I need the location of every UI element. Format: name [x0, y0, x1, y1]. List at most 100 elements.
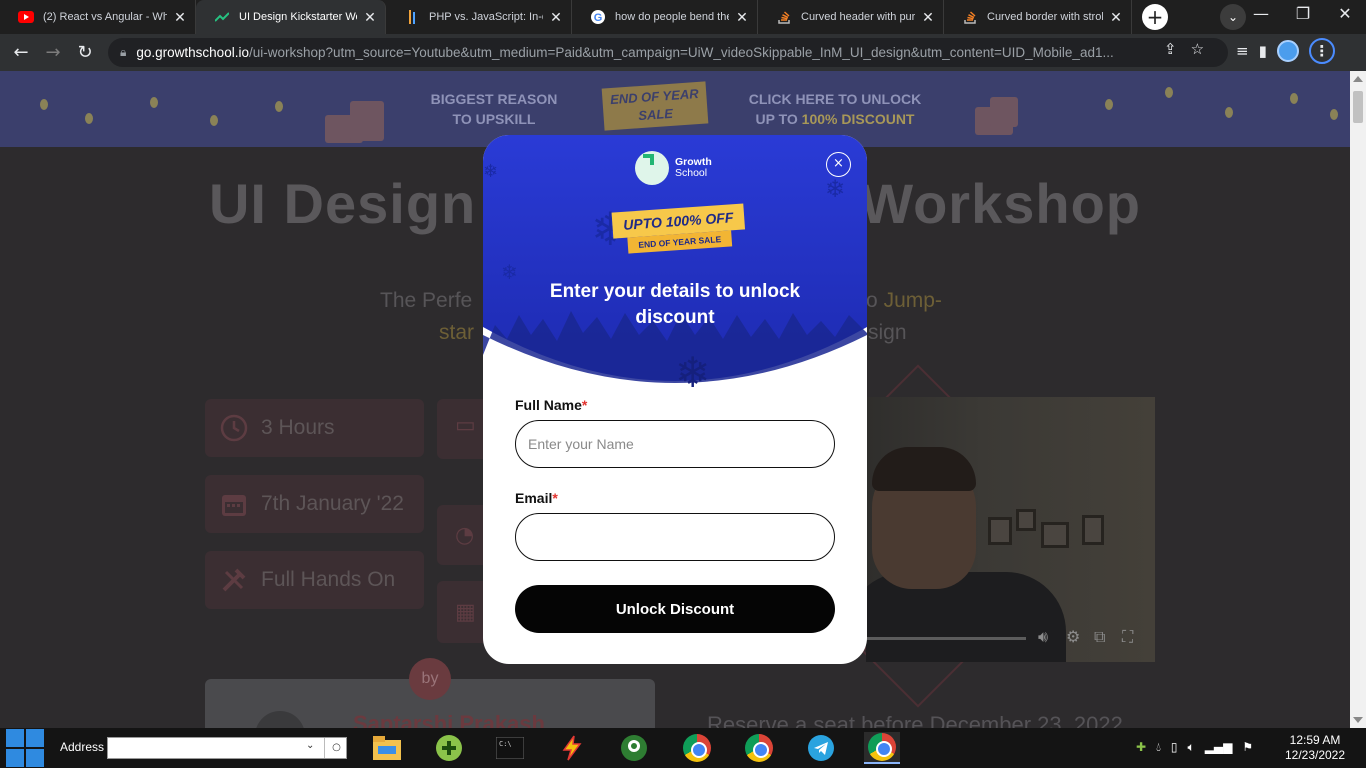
chrome-profile-icon[interactable] — [741, 732, 777, 764]
growthschool-logo: Growth School — [635, 151, 712, 185]
file-explorer-icon[interactable] — [369, 732, 405, 764]
taskbar-clock[interactable]: 12:59 AM 12/23/2022 — [1280, 733, 1350, 763]
promo-badge: UPTO 100% OFF END OF YEAR SALE — [611, 203, 747, 258]
light-decoration — [40, 99, 48, 110]
share-icon[interactable]: ⇪ — [1164, 40, 1177, 58]
calendar-icon — [219, 489, 249, 519]
light-decoration — [275, 101, 283, 112]
svg-text:❄: ❄ — [483, 161, 498, 182]
tab-react-vs-angular[interactable]: (2) React vs Angular - Wh ✕ — [0, 0, 196, 34]
network-icon[interactable]: ▂▄▆ — [1205, 740, 1233, 755]
scroll-down-icon[interactable] — [1353, 717, 1363, 723]
volume-icon[interactable]: 🔊︎ — [1038, 627, 1048, 647]
back-icon[interactable]: ← — [8, 40, 34, 66]
restore-icon[interactable]: ❐ — [1282, 0, 1324, 34]
fullscreen-icon[interactable]: ⛶ — [1122, 627, 1133, 647]
close-icon[interactable]: ✕ — [363, 9, 377, 26]
address-toolbar-input[interactable]: ⌄ ○ — [107, 737, 347, 759]
windows-start-icon[interactable] — [2, 728, 52, 768]
intro-video[interactable]: 🔊︎ ⚙ ⧉ ⛶ — [866, 397, 1155, 662]
svg-text:❄: ❄ — [825, 175, 845, 203]
chevron-down-icon[interactable]: ⌄ — [306, 740, 314, 751]
maps-icon[interactable] — [616, 732, 652, 764]
window-controls: — ❐ ✕ — [1240, 0, 1366, 34]
light-decoration — [150, 97, 158, 108]
battery-icon[interactable]: ▯ — [1171, 740, 1178, 755]
light-decoration — [85, 113, 93, 124]
close-window-icon[interactable]: ✕ — [1324, 0, 1366, 34]
app-tray-icon[interactable]: ✚ — [1136, 740, 1146, 755]
close-icon[interactable]: ✕ — [173, 9, 187, 26]
lightning-app-icon[interactable] — [554, 732, 590, 764]
plus-app-icon[interactable] — [431, 732, 467, 764]
chrome-active-icon[interactable] — [864, 732, 900, 764]
tab-curved-border[interactable]: Curved border with strok ✕ — [944, 0, 1132, 34]
gift-icon — [350, 101, 384, 141]
tab-ui-design-kickstarter[interactable]: UI Design Kickstarter Wor ✕ — [196, 0, 386, 34]
tab-title: how do people bend the — [615, 11, 729, 23]
reading-list-icon[interactable]: ≡ — [1236, 42, 1249, 60]
tab-google-search[interactable]: G how do people bend the ✕ — [572, 0, 758, 34]
banner-sale-badge: END OF YEAR SALE — [601, 81, 709, 131]
scroll-thumb[interactable] — [1353, 91, 1363, 123]
telegram-icon[interactable] — [803, 732, 839, 764]
site-icon — [404, 9, 420, 25]
close-icon[interactable]: ✕ — [921, 9, 935, 26]
light-decoration — [1105, 99, 1113, 110]
lock-icon[interactable]: 🔒︎ — [120, 45, 126, 60]
close-icon[interactable]: ✕ — [549, 9, 563, 26]
feature-duration: 3 Hours — [205, 399, 424, 457]
side-panel-icon[interactable]: ▮ — [1259, 42, 1267, 60]
tab-title: (2) React vs Angular - Wh — [43, 11, 167, 23]
close-icon[interactable]: ✕ — [735, 9, 749, 26]
url-text[interactable]: go.growthschool.io/ui-workshop?utm_sourc… — [136, 45, 1146, 60]
minimize-icon[interactable]: — — [1240, 0, 1282, 34]
growthschool-icon — [635, 151, 669, 185]
page-scrollbar[interactable] — [1350, 71, 1366, 728]
light-decoration — [1290, 93, 1298, 104]
growthschool-icon — [214, 9, 230, 25]
presenter-hair — [872, 447, 976, 491]
wall-frame — [1082, 515, 1104, 545]
close-button[interactable]: × — [826, 152, 851, 177]
gift-icon — [990, 97, 1018, 127]
banner-left-text: BIGGEST REASON TO UPSKILL — [430, 91, 558, 127]
menu-icon[interactable]: ⋮ — [1308, 38, 1335, 64]
settings-icon[interactable]: ⚙ — [1066, 627, 1080, 646]
chrome-icon[interactable] — [679, 732, 715, 764]
drop-icon[interactable]: 💧︎ — [1156, 740, 1161, 755]
address-toolbar-label: Address — [60, 740, 105, 754]
pip-icon[interactable]: ⧉ — [1094, 627, 1105, 647]
profile-avatar[interactable] — [1276, 40, 1299, 62]
svg-text:C:\: C:\ — [499, 740, 512, 748]
wall-frame — [1016, 509, 1036, 531]
toolbar: ← → ↻ 🔒︎ go.growthschool.io/ui-workshop?… — [0, 34, 1366, 71]
tab-title: UI Design Kickstarter Wor — [239, 11, 357, 23]
close-icon[interactable]: ✕ — [1109, 9, 1123, 26]
bookmark-star-icon[interactable]: ☆ — [1191, 40, 1204, 58]
new-tab-button[interactable]: + — [1142, 4, 1168, 30]
youtube-icon — [18, 9, 34, 25]
unlock-discount-button[interactable]: Unlock Discount — [515, 585, 835, 633]
scroll-up-icon[interactable] — [1353, 76, 1363, 82]
flag-icon[interactable]: ⚑ — [1242, 740, 1253, 755]
terminal-icon[interactable]: C:\ — [492, 732, 528, 764]
full-name-input[interactable] — [515, 420, 835, 468]
svg-text:❄: ❄ — [501, 260, 518, 284]
modal-title: Enter your details to unlock discount — [549, 281, 801, 328]
system-tray: ✚ 💧︎ ▯ 🔈︎ ▂▄▆ ⚑ — [1136, 740, 1253, 755]
tab-curved-header[interactable]: Curved header with pure ✕ — [758, 0, 944, 34]
forward-icon[interactable]: → — [40, 40, 66, 66]
svg-text:❄: ❄ — [675, 348, 710, 395]
modal-header: ❄ ❄ ❄ ❄ ❄ Growth School × UPTO 100% OFF E… — [483, 135, 867, 395]
go-icon[interactable]: ○ — [324, 738, 348, 758]
reload-icon[interactable]: ↻ — [72, 40, 98, 66]
google-icon: G — [590, 9, 606, 25]
stackoverflow-icon — [962, 9, 978, 25]
address-bar[interactable]: 🔒︎ go.growthschool.io/ui-workshop?utm_so… — [108, 38, 1228, 67]
email-input[interactable] — [515, 513, 835, 561]
reserve-text: Reserve a seat before December 23, 2022 — [707, 712, 1123, 728]
tab-php-vs-javascript[interactable]: PHP vs. JavaScript: In-dep ✕ — [386, 0, 572, 34]
volume-icon[interactable]: 🔈︎ — [1187, 740, 1194, 755]
video-progress-bar[interactable] — [866, 637, 1026, 640]
